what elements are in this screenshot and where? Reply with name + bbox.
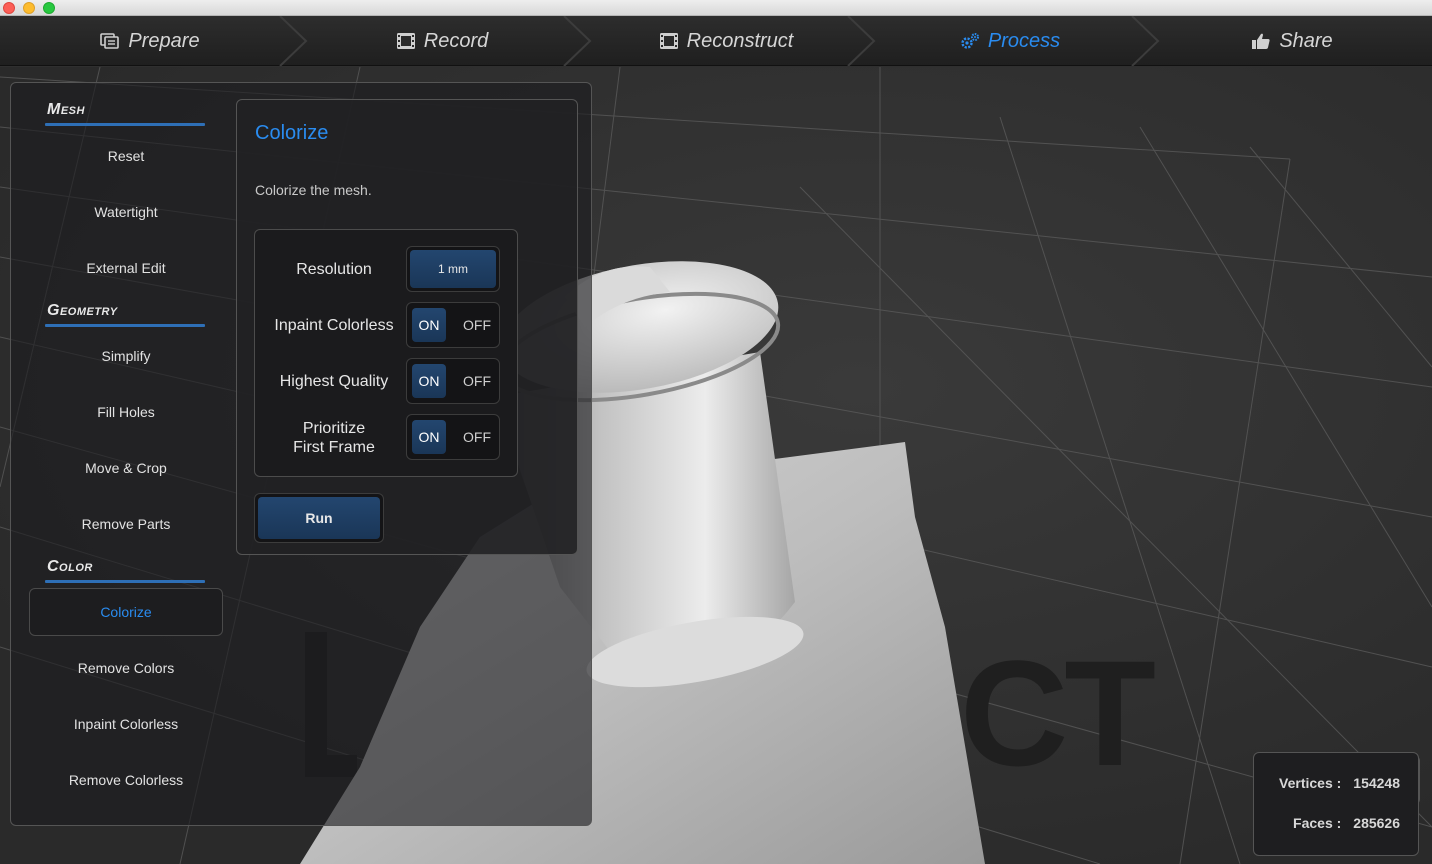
app-window: Prepare Record Reconstruct Process Share bbox=[0, 0, 1432, 864]
section-color-heading: Color bbox=[45, 558, 207, 583]
gears-icon bbox=[960, 32, 980, 50]
menu-item-remove-colorless[interactable]: Remove Colorless bbox=[29, 756, 223, 804]
colorize-options-group: Resolution 1 mm Inpaint Colorless ON OFF… bbox=[254, 229, 518, 477]
tab-reconstruct-label: Reconstruct bbox=[686, 29, 794, 52]
resolution-value: 1 mm bbox=[410, 250, 496, 288]
tab-record-label: Record bbox=[423, 29, 489, 52]
tab-share-label: Share bbox=[1279, 29, 1333, 52]
menu-item-inpaint-colorless[interactable]: Inpaint Colorless bbox=[29, 700, 223, 748]
vertices-label: Vertices : bbox=[1279, 775, 1342, 791]
tab-record[interactable]: Record bbox=[300, 16, 584, 66]
section-underline bbox=[45, 324, 205, 327]
tab-process[interactable]: Process bbox=[868, 16, 1152, 66]
tab-prepare-label: Prepare bbox=[128, 29, 200, 52]
menu-item-colorize[interactable]: Colorize bbox=[29, 588, 223, 636]
section-geometry-title: Geometry bbox=[47, 302, 118, 319]
card-description: Colorize the mesh. bbox=[255, 182, 372, 198]
prioritize-label-line1: Prioritize bbox=[302, 420, 366, 437]
vertices-value: 154248 bbox=[1353, 775, 1400, 791]
menu-item-watertight[interactable]: Watertight bbox=[29, 188, 223, 236]
highest-quality-label: Highest Quality bbox=[279, 373, 389, 390]
menu-item-simplify[interactable]: Simplify bbox=[29, 332, 223, 380]
inpaint-colorless-toggle[interactable]: ON OFF bbox=[406, 302, 500, 348]
run-button-label: Run bbox=[258, 497, 380, 539]
vertices-row: Vertices : 154248 bbox=[1279, 775, 1400, 791]
section-underline bbox=[45, 123, 205, 126]
menu-item-fill-holes[interactable]: Fill Holes bbox=[29, 388, 223, 436]
prioritize-off-option[interactable]: OFF bbox=[457, 420, 497, 454]
prioritize-first-frame-toggle[interactable]: ON OFF bbox=[406, 414, 500, 460]
film-icon bbox=[659, 32, 679, 50]
tab-prepare[interactable]: Prepare bbox=[0, 16, 300, 66]
run-button[interactable]: Run bbox=[254, 493, 384, 543]
faces-row: Faces : 285626 bbox=[1293, 815, 1400, 831]
highest-quality-toggle[interactable]: ON OFF bbox=[406, 358, 500, 404]
resolution-selector[interactable]: 1 mm bbox=[406, 246, 500, 292]
faces-label: Faces : bbox=[1293, 815, 1342, 831]
faces-value: 285626 bbox=[1353, 815, 1400, 831]
menu-item-external-edit[interactable]: External Edit bbox=[29, 244, 223, 292]
menu-item-reset[interactable]: Reset bbox=[29, 132, 223, 180]
workflow-tab-bar: Prepare Record Reconstruct Process Share bbox=[0, 16, 1432, 66]
section-mesh-title: Mesh bbox=[47, 101, 85, 118]
window-titlebar bbox=[0, 0, 1432, 16]
tab-process-label: Process bbox=[987, 29, 1061, 52]
close-window-button[interactable] bbox=[3, 2, 15, 14]
prioritize-on-option[interactable]: ON bbox=[412, 420, 446, 454]
menu-item-move-crop[interactable]: Move & Crop bbox=[29, 444, 223, 492]
zoom-window-button[interactable] bbox=[43, 2, 55, 14]
highest-quality-off-option[interactable]: OFF bbox=[457, 364, 497, 398]
menu-item-remove-parts[interactable]: Remove Parts bbox=[29, 500, 223, 548]
minimize-window-button[interactable] bbox=[23, 2, 35, 14]
section-color-title: Color bbox=[47, 558, 93, 575]
card-title: Colorize bbox=[255, 122, 329, 144]
highest-quality-on-option[interactable]: ON bbox=[412, 364, 446, 398]
inpaint-on-option[interactable]: ON bbox=[412, 308, 446, 342]
film-icon bbox=[396, 32, 416, 50]
section-geometry-heading: Geometry bbox=[45, 302, 207, 327]
prepare-icon bbox=[100, 32, 120, 50]
tab-reconstruct[interactable]: Reconstruct bbox=[584, 16, 868, 66]
section-mesh-heading: Mesh bbox=[45, 101, 207, 126]
section-underline bbox=[45, 580, 205, 583]
tab-share[interactable]: Share bbox=[1152, 16, 1432, 66]
menu-item-remove-colors[interactable]: Remove Colors bbox=[29, 644, 223, 692]
mesh-stats-panel: Vertices : 154248 Faces : 285626 bbox=[1253, 752, 1419, 856]
resolution-label: Resolution bbox=[296, 261, 372, 278]
prioritize-label-line2: First Frame bbox=[293, 439, 375, 456]
thumbs-up-icon bbox=[1251, 32, 1271, 50]
colorize-options-card: Colorize Colorize the mesh. Resolution 1… bbox=[236, 99, 578, 555]
inpaint-colorless-label: Inpaint Colorless bbox=[274, 317, 394, 334]
prioritize-first-frame-label: Prioritize First Frame bbox=[255, 419, 413, 457]
inpaint-off-option[interactable]: OFF bbox=[457, 308, 497, 342]
